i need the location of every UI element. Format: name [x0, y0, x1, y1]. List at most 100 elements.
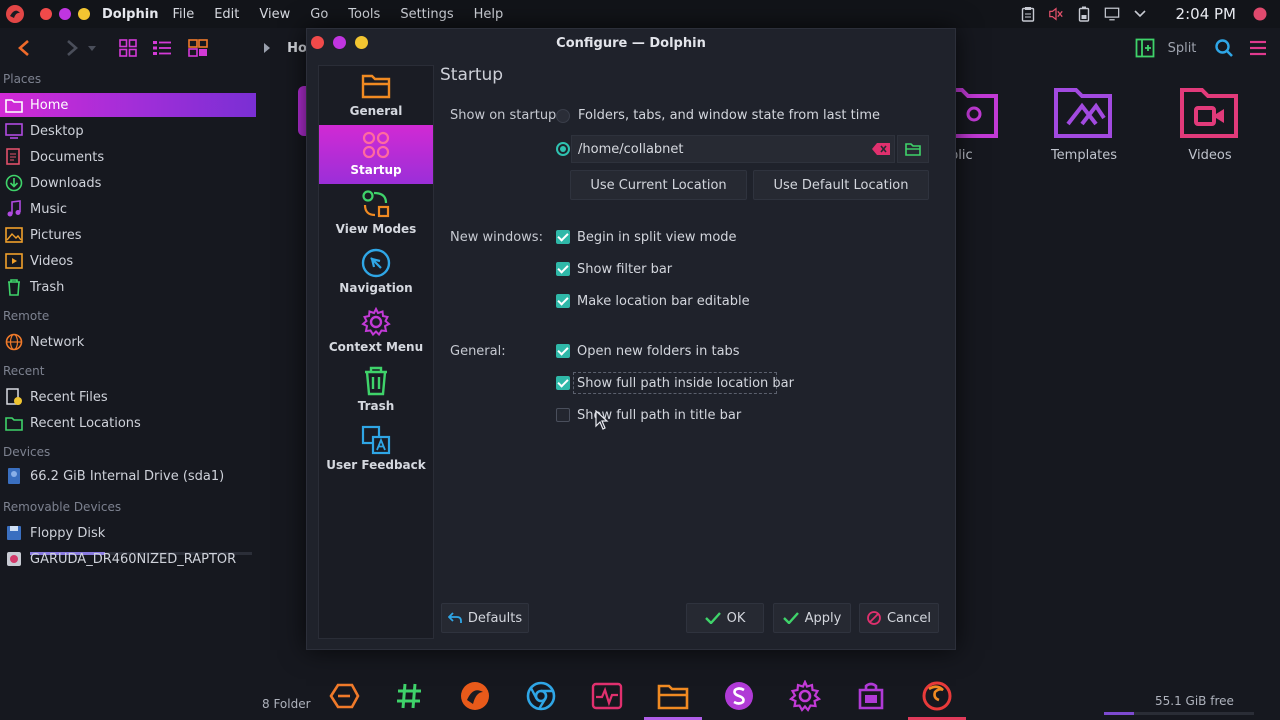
places-section-title: Places	[3, 72, 42, 86]
menu-file[interactable]: File	[172, 7, 194, 22]
videos-icon	[4, 251, 24, 271]
split-view-checkbox[interactable]	[556, 230, 570, 244]
filter-bar-checkbox[interactable]	[556, 262, 570, 276]
clock[interactable]: 2:04 PM	[1176, 5, 1236, 23]
templates-folder-icon	[1054, 88, 1112, 138]
split-button-label[interactable]: Split	[1166, 36, 1198, 60]
apps-grid-icon	[360, 129, 392, 161]
category-list: General Startup View Modes Navigation Co…	[318, 65, 434, 639]
maximize-window-icon[interactable]	[78, 8, 90, 20]
cancel-button[interactable]: Cancel	[859, 603, 939, 633]
compact-view-icon[interactable]	[150, 36, 174, 60]
minimize-window-icon[interactable]	[59, 8, 71, 20]
split-view-icon[interactable]	[1134, 36, 1156, 60]
folder-videos-label: Videos	[1188, 148, 1232, 163]
place-recent-files[interactable]: Recent Files	[0, 385, 256, 409]
place-garuda-label: GARUDA_DR460NIZED_RAPTOR	[30, 551, 237, 567]
folder-icon	[360, 70, 392, 102]
radio-last-state-label[interactable]: Folders, tabs, and window state from las…	[578, 108, 880, 123]
place-pictures[interactable]: Pictures	[0, 223, 256, 247]
startup-path-value: /home/collabnet	[578, 141, 684, 157]
place-recent-locations[interactable]: Recent Locations	[0, 411, 256, 435]
history-dropdown-icon[interactable]	[86, 36, 98, 60]
use-default-location-button[interactable]: Use Default Location	[753, 170, 929, 200]
place-internal-drive[interactable]: 66.2 GiB Internal Drive (sda1)	[0, 464, 256, 488]
forward-arrow-icon[interactable]	[60, 36, 84, 60]
place-downloads[interactable]: Downloads	[0, 171, 256, 195]
category-startup[interactable]: Startup	[319, 125, 433, 184]
ok-button[interactable]: OK	[686, 603, 764, 633]
category-general[interactable]: General	[319, 66, 433, 125]
radio-last-state[interactable]	[556, 109, 570, 123]
place-videos-label: Videos	[30, 253, 74, 269]
full-path-title-checkbox[interactable]	[556, 408, 570, 422]
battery-icon[interactable]	[1076, 6, 1092, 22]
dock-garuda-icon[interactable]	[324, 678, 364, 714]
dock-firefox-icon[interactable]	[917, 678, 957, 714]
new-folders-tabs-checkbox-label[interactable]: Open new folders in tabs	[577, 344, 740, 359]
full-path-location-checkbox[interactable]	[556, 376, 570, 390]
session-icon[interactable]	[1252, 6, 1268, 22]
garuda-logo-icon[interactable]	[2, 1, 28, 27]
clipboard-icon[interactable]	[1020, 6, 1036, 22]
use-current-location-button[interactable]: Use Current Location	[570, 170, 747, 200]
dock-settings-icon[interactable]	[785, 678, 825, 714]
breadcrumb-home[interactable]: Ho	[286, 36, 308, 60]
folder-videos[interactable]: Videos	[1170, 84, 1250, 163]
editable-location-checkbox[interactable]	[556, 294, 570, 308]
new-folders-tabs-checkbox[interactable]	[556, 344, 570, 358]
volume-muted-icon[interactable]	[1048, 6, 1064, 22]
place-desktop[interactable]: Desktop	[0, 119, 256, 143]
dock-dolphin-icon[interactable]	[653, 678, 693, 714]
place-music[interactable]: Music	[0, 197, 256, 221]
menu-view[interactable]: View	[259, 7, 290, 22]
menu-tools[interactable]: Tools	[348, 7, 380, 22]
folder-templates-label: Templates	[1050, 148, 1118, 163]
place-documents[interactable]: Documents	[0, 145, 256, 169]
apply-button[interactable]: Apply	[773, 603, 851, 633]
category-view-modes[interactable]: View Modes	[319, 184, 433, 243]
display-icon[interactable]	[1104, 6, 1120, 22]
defaults-button[interactable]: Defaults	[441, 603, 529, 633]
category-user-feedback[interactable]: User Feedback	[319, 420, 433, 479]
remote-section-title: Remote	[3, 309, 50, 323]
editable-location-checkbox-label[interactable]: Make location bar editable	[577, 294, 750, 309]
search-icon[interactable]	[1212, 36, 1236, 60]
place-floppy[interactable]: Floppy Disk	[0, 521, 256, 545]
dock-system-monitor-icon[interactable]	[587, 678, 627, 714]
icons-view-icon[interactable]	[116, 36, 140, 60]
dock-store-icon[interactable]	[851, 678, 891, 714]
hamburger-menu-icon[interactable]	[1246, 36, 1270, 60]
browse-folder-button[interactable]	[897, 135, 929, 163]
place-network[interactable]: Network	[0, 330, 256, 354]
open-folder-icon	[905, 143, 921, 156]
split-view-checkbox-label[interactable]: Begin in split view mode	[577, 230, 737, 245]
category-view-modes-label: View Modes	[335, 222, 417, 236]
close-window-icon[interactable]	[40, 8, 52, 20]
startup-path-input[interactable]: /home/collabnet	[571, 135, 895, 163]
radio-path[interactable]	[556, 142, 570, 156]
place-videos[interactable]: Videos	[0, 249, 256, 273]
place-garuda[interactable]: GARUDA_DR460NIZED_RAPTOR	[0, 547, 256, 571]
category-navigation[interactable]: Navigation	[319, 243, 433, 302]
details-view-icon[interactable]	[186, 36, 210, 60]
menu-edit[interactable]: Edit	[214, 7, 239, 22]
clear-text-icon[interactable]	[872, 142, 890, 156]
full-path-location-checkbox-label[interactable]: Show full path inside location bar	[577, 376, 794, 391]
menu-go[interactable]: Go	[310, 7, 328, 22]
chevron-down-icon[interactable]	[1132, 6, 1148, 22]
category-trash[interactable]: Trash	[319, 361, 433, 420]
dock-hashtag-icon[interactable]	[389, 678, 429, 714]
filter-bar-checkbox-label[interactable]: Show filter bar	[577, 262, 672, 277]
folder-templates[interactable]: Templates	[1044, 84, 1124, 163]
back-arrow-icon[interactable]	[12, 36, 36, 60]
category-user-feedback-label: User Feedback	[326, 458, 426, 472]
menu-help[interactable]: Help	[474, 7, 504, 22]
place-trash[interactable]: Trash	[0, 275, 256, 299]
dock-software-icon[interactable]	[719, 678, 759, 714]
category-context-menu[interactable]: Context Menu	[319, 302, 433, 361]
dock-chromium-icon[interactable]	[521, 678, 561, 714]
place-home[interactable]: Home	[0, 93, 256, 117]
dock-firedragon-icon[interactable]	[455, 678, 495, 714]
menu-settings[interactable]: Settings	[400, 7, 453, 22]
